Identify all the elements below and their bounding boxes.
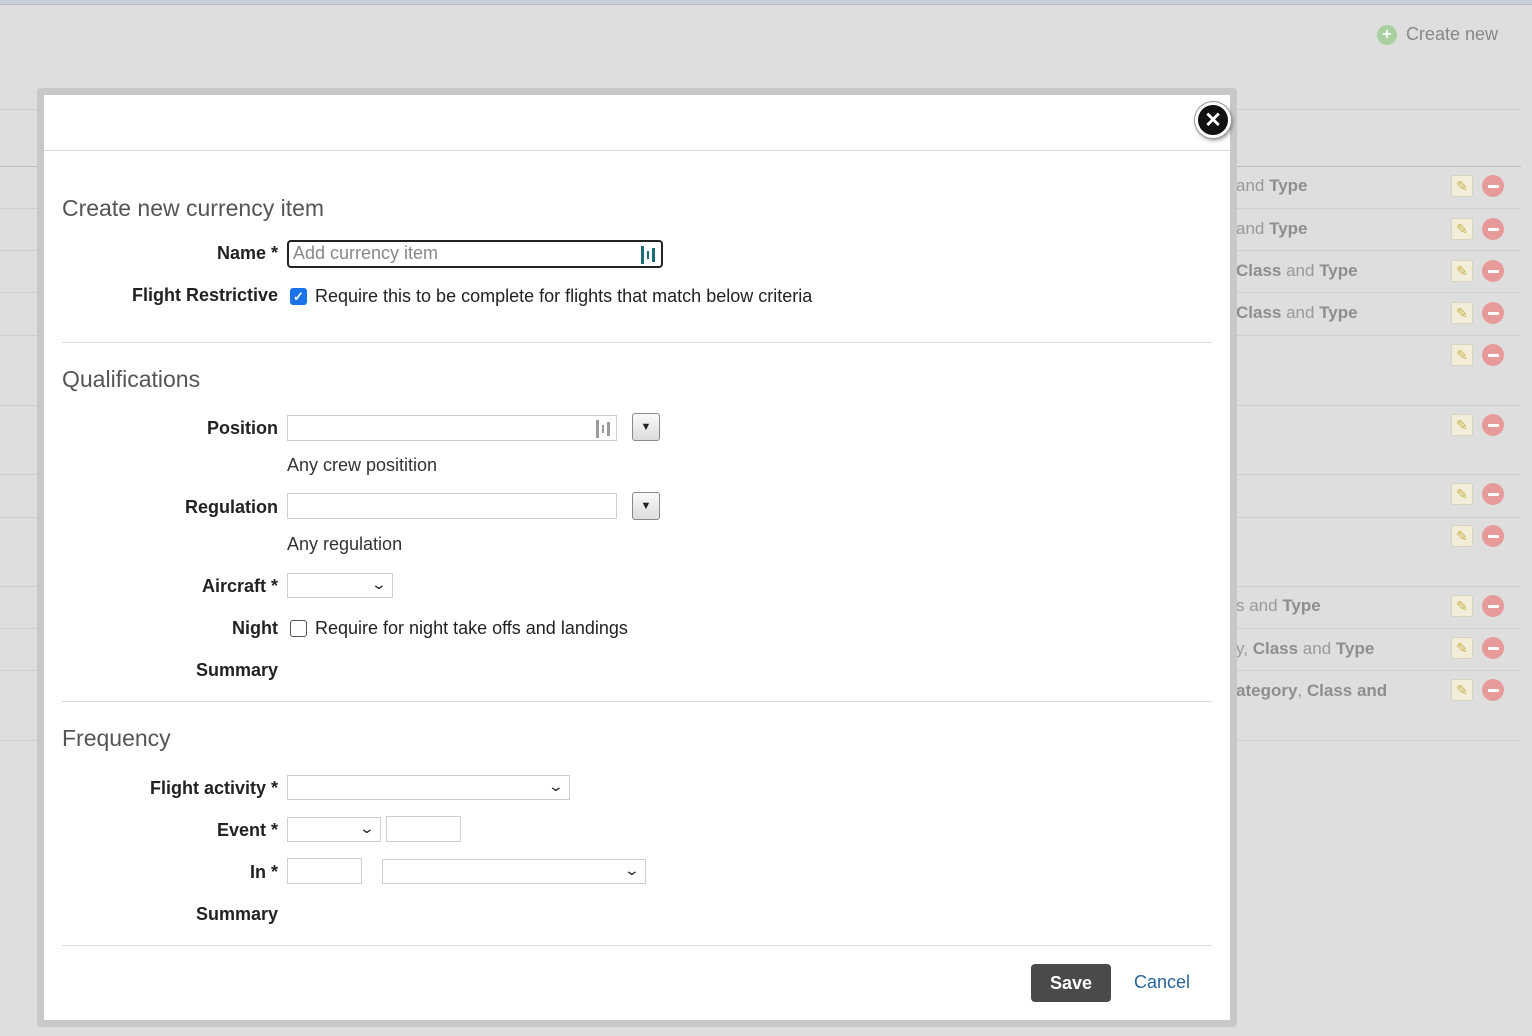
row-actions: ✎	[1451, 483, 1504, 505]
row-actions: ✎	[1451, 302, 1504, 324]
pencil-icon[interactable]: ✎	[1451, 595, 1473, 617]
name-input[interactable]: Add currency item	[287, 240, 663, 268]
pencil-icon[interactable]: ✎	[1451, 525, 1473, 547]
modal-title: Create new currency item	[62, 195, 325, 221]
cancel-link[interactable]: Cancel	[1134, 972, 1190, 993]
flight-activity-label: Flight activity *	[149, 778, 278, 798]
in-period-select[interactable]: ⌄	[382, 859, 646, 884]
position-dropdown-button[interactable]: ▼	[632, 413, 660, 441]
pencil-icon[interactable]: ✎	[1451, 414, 1473, 436]
remove-icon[interactable]	[1482, 595, 1504, 617]
save-button[interactable]: Save	[1031, 964, 1111, 1002]
flight-activity-select[interactable]: ⌄	[287, 775, 570, 800]
chevron-down-icon: ⌄	[623, 862, 641, 878]
flight-restrictive-label: Flight Restrictive	[131, 285, 278, 305]
divider	[62, 945, 1212, 946]
night-row: Require for night take offs and landings	[290, 618, 628, 639]
pencil-icon[interactable]: ✎	[1451, 175, 1473, 197]
remove-icon[interactable]	[1482, 525, 1504, 547]
pencil-icon[interactable]: ✎	[1451, 302, 1473, 324]
remove-icon[interactable]	[1482, 483, 1504, 505]
remove-icon[interactable]	[1482, 260, 1504, 282]
row-actions: ✎	[1451, 175, 1504, 197]
in-count-input[interactable]	[287, 858, 362, 884]
pencil-icon[interactable]: ✎	[1451, 483, 1473, 505]
remove-icon[interactable]	[1482, 344, 1504, 366]
name-label: Name *	[216, 243, 278, 263]
top-bar	[0, 0, 1532, 5]
regulation-label: Regulation	[185, 497, 278, 517]
pencil-icon[interactable]: ✎	[1451, 218, 1473, 240]
pencil-icon[interactable]: ✎	[1451, 637, 1473, 659]
event-select[interactable]: ⌄	[287, 817, 381, 842]
position-help-text: Any crew positition	[287, 455, 438, 475]
password-manager-icon[interactable]	[641, 245, 656, 265]
pencil-icon[interactable]: ✎	[1451, 260, 1473, 282]
pencil-icon[interactable]: ✎	[1451, 679, 1473, 701]
row-actions: ✎	[1451, 679, 1504, 701]
create-new-label: Create new	[1405, 24, 1498, 44]
divider	[62, 701, 1212, 702]
remove-icon[interactable]	[1482, 679, 1504, 701]
remove-icon[interactable]	[1482, 414, 1504, 436]
row-actions: ✎	[1451, 414, 1504, 436]
flight-restrictive-row: ✓ Require this to be complete for flight…	[290, 286, 812, 307]
row-actions: ✎	[1451, 595, 1504, 617]
regulation-help-text: Any regulation	[287, 534, 403, 554]
frequency-title: Frequency	[62, 725, 171, 751]
flight-restrictive-checkbox[interactable]: ✓	[290, 288, 307, 305]
remove-icon[interactable]	[1482, 175, 1504, 197]
regulation-dropdown-button[interactable]: ▼	[632, 492, 660, 520]
chevron-down-icon: ⌄	[547, 778, 565, 794]
divider	[62, 342, 1212, 343]
remove-icon[interactable]	[1482, 637, 1504, 659]
row-actions: ✎	[1451, 525, 1504, 547]
aircraft-select[interactable]: ⌄	[287, 573, 393, 598]
regulation-input[interactable]	[287, 493, 617, 519]
caret-down-icon: ▼	[640, 421, 652, 433]
night-text: Require for night take offs and landings	[315, 618, 628, 638]
row-actions: ✎	[1451, 218, 1504, 240]
aircraft-label: Aircraft *	[201, 576, 278, 596]
create-new-button[interactable]: + Create new	[1376, 24, 1498, 45]
create-currency-modal: ✕ Create new currency item Name * Add cu…	[37, 88, 1237, 1027]
night-checkbox[interactable]	[290, 620, 307, 637]
frequency-summary-label: Summary	[195, 904, 278, 924]
flight-restrictive-text: Require this to be complete for flights …	[315, 286, 813, 306]
row-actions: ✎	[1451, 637, 1504, 659]
chevron-down-icon: ⌄	[370, 576, 388, 592]
position-input[interactable]	[287, 415, 617, 441]
event-label: Event *	[216, 820, 278, 840]
position-label: Position	[207, 418, 278, 438]
remove-icon[interactable]	[1482, 218, 1504, 240]
plus-circle-icon: +	[1376, 24, 1397, 45]
remove-icon[interactable]	[1482, 302, 1504, 324]
caret-down-icon: ▼	[640, 500, 652, 512]
qualifications-title: Qualifications	[62, 366, 201, 392]
row-actions: ✎	[1451, 260, 1504, 282]
chevron-down-icon: ⌄	[358, 820, 376, 836]
name-placeholder: Add currency item	[293, 243, 439, 263]
qualifications-summary-label: Summary	[195, 660, 278, 680]
event-count-input[interactable]	[386, 816, 461, 842]
password-manager-icon[interactable]	[596, 419, 611, 439]
in-label: In *	[249, 862, 278, 882]
modal-header	[44, 95, 1230, 151]
pencil-icon[interactable]: ✎	[1451, 344, 1473, 366]
night-label: Night	[232, 618, 278, 638]
close-icon[interactable]: ✕	[1195, 102, 1231, 138]
row-actions: ✎	[1451, 344, 1504, 366]
